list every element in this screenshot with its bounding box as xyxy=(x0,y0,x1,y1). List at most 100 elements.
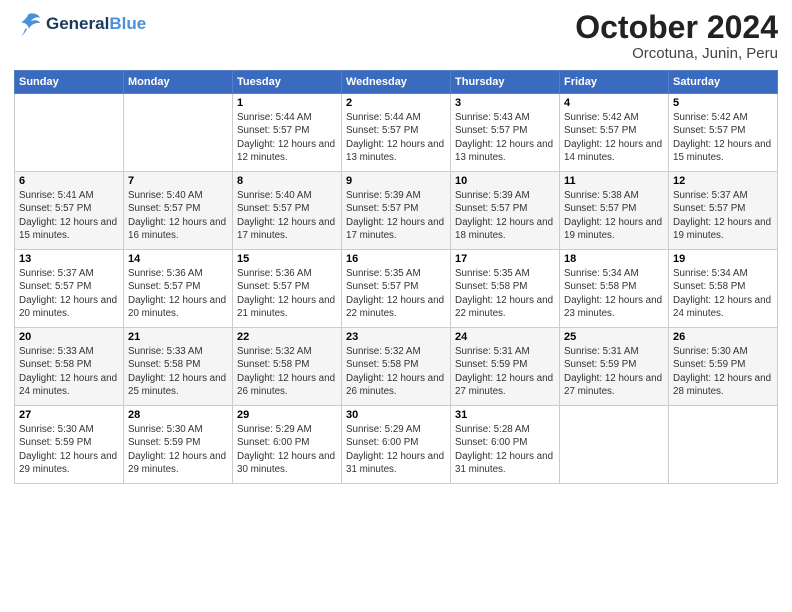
day-info: Sunrise: 5:31 AM Sunset: 5:59 PM Dayligh… xyxy=(455,345,555,398)
weekday-header-cell: Wednesday xyxy=(342,71,451,94)
calendar-day-cell: 20Sunrise: 5:33 AM Sunset: 5:58 PM Dayli… xyxy=(15,328,124,406)
day-number: 30 xyxy=(346,409,446,421)
calendar-day-cell xyxy=(669,406,778,484)
day-number: 21 xyxy=(128,331,228,343)
calendar-day-cell: 6Sunrise: 5:41 AM Sunset: 5:57 PM Daylig… xyxy=(15,172,124,250)
day-number: 7 xyxy=(128,175,228,187)
calendar-day-cell: 24 Sunrise: 5:31 AM Sunset: 5:59 PM Dayli… xyxy=(451,328,560,406)
calendar-day-cell: 16Sunrise: 5:35 AM Sunset: 5:57 PM Dayli… xyxy=(342,250,451,328)
calendar-week-row: 1 Sunrise: 5:44 AM Sunset: 5:57 PM Daylig… xyxy=(15,94,778,172)
weekday-header-cell: Friday xyxy=(560,71,669,94)
logo-text: GeneralBlue xyxy=(46,15,146,34)
day-number: 17 xyxy=(455,253,555,265)
calendar-day-cell: 5Sunrise: 5:42 AM Sunset: 5:57 PM Daylig… xyxy=(669,94,778,172)
day-number: 4 xyxy=(564,97,664,109)
day-info: Sunrise: 5:44 AM Sunset: 5:57 PM Dayligh… xyxy=(346,111,446,164)
day-info: Sunrise: 5:42 AM Sunset: 5:57 PM Dayligh… xyxy=(564,111,664,164)
calendar-day-cell: 12Sunrise: 5:37 AM Sunset: 5:57 PM Dayli… xyxy=(669,172,778,250)
calendar-day-cell: 9Sunrise: 5:39 AM Sunset: 5:57 PM Daylig… xyxy=(342,172,451,250)
day-number: 29 xyxy=(237,409,337,421)
weekday-header-cell: Tuesday xyxy=(233,71,342,94)
page-title: October 2024 xyxy=(575,10,778,45)
header: GeneralBlue October 2024 Orcotuna, Junin… xyxy=(14,10,778,62)
calendar-week-row: 6Sunrise: 5:41 AM Sunset: 5:57 PM Daylig… xyxy=(15,172,778,250)
calendar-day-cell: 19Sunrise: 5:34 AM Sunset: 5:58 PM Dayli… xyxy=(669,250,778,328)
day-number: 23 xyxy=(346,331,446,343)
day-info: Sunrise: 5:30 AM Sunset: 5:59 PM Dayligh… xyxy=(19,423,119,476)
day-info: Sunrise: 5:40 AM Sunset: 5:57 PM Dayligh… xyxy=(237,189,337,242)
weekday-header-cell: Monday xyxy=(124,71,233,94)
day-number: 11 xyxy=(564,175,664,187)
day-number: 15 xyxy=(237,253,337,265)
day-info: Sunrise: 5:43 AM Sunset: 5:57 PM Dayligh… xyxy=(455,111,555,164)
day-number: 6 xyxy=(19,175,119,187)
day-number: 3 xyxy=(455,97,555,109)
calendar-day-cell: 13Sunrise: 5:37 AM Sunset: 5:57 PM Dayli… xyxy=(15,250,124,328)
title-block: October 2024 Orcotuna, Junin, Peru xyxy=(575,10,778,62)
day-number: 14 xyxy=(128,253,228,265)
day-number: 25 xyxy=(564,331,664,343)
calendar-day-cell: 2 Sunrise: 5:44 AM Sunset: 5:57 PM Daylig… xyxy=(342,94,451,172)
calendar-body: 1 Sunrise: 5:44 AM Sunset: 5:57 PM Daylig… xyxy=(15,94,778,484)
page-container: GeneralBlue October 2024 Orcotuna, Junin… xyxy=(0,0,792,492)
calendar-day-cell xyxy=(560,406,669,484)
day-number: 16 xyxy=(346,253,446,265)
calendar-day-cell: 30 Sunrise: 5:29 AM Sunset: 6:00 PM Dayli… xyxy=(342,406,451,484)
day-number: 8 xyxy=(237,175,337,187)
calendar-day-cell: 15Sunrise: 5:36 AM Sunset: 5:57 PM Dayli… xyxy=(233,250,342,328)
day-number: 19 xyxy=(673,253,773,265)
weekday-header-cell: Thursday xyxy=(451,71,560,94)
day-info: Sunrise: 5:36 AM Sunset: 5:57 PM Dayligh… xyxy=(128,267,228,320)
logo-icon xyxy=(14,10,42,38)
calendar-day-cell: 8 Sunrise: 5:40 AM Sunset: 5:57 PM Daylig… xyxy=(233,172,342,250)
day-info: Sunrise: 5:29 AM Sunset: 6:00 PM Dayligh… xyxy=(346,423,446,476)
calendar-week-row: 13Sunrise: 5:37 AM Sunset: 5:57 PM Dayli… xyxy=(15,250,778,328)
calendar-day-cell: 1 Sunrise: 5:44 AM Sunset: 5:57 PM Daylig… xyxy=(233,94,342,172)
day-info: Sunrise: 5:30 AM Sunset: 5:59 PM Dayligh… xyxy=(128,423,228,476)
calendar-week-row: 20Sunrise: 5:33 AM Sunset: 5:58 PM Dayli… xyxy=(15,328,778,406)
day-info: Sunrise: 5:32 AM Sunset: 5:58 PM Dayligh… xyxy=(237,345,337,398)
calendar-table: SundayMondayTuesdayWednesdayThursdayFrid… xyxy=(14,70,778,484)
calendar-day-cell: 17 Sunrise: 5:35 AM Sunset: 5:58 PM Dayli… xyxy=(451,250,560,328)
calendar-day-cell: 28 Sunrise: 5:30 AM Sunset: 5:59 PM Dayli… xyxy=(124,406,233,484)
calendar-day-cell: 25Sunrise: 5:31 AM Sunset: 5:59 PM Dayli… xyxy=(560,328,669,406)
day-number: 5 xyxy=(673,97,773,109)
day-number: 26 xyxy=(673,331,773,343)
calendar-day-cell: 10 Sunrise: 5:39 AM Sunset: 5:57 PM Dayli… xyxy=(451,172,560,250)
calendar-day-cell: 11 Sunrise: 5:38 AM Sunset: 5:57 PM Dayli… xyxy=(560,172,669,250)
logo: GeneralBlue xyxy=(14,10,146,38)
day-number: 1 xyxy=(237,97,337,109)
day-number: 22 xyxy=(237,331,337,343)
weekday-header-cell: Sunday xyxy=(15,71,124,94)
day-info: Sunrise: 5:29 AM Sunset: 6:00 PM Dayligh… xyxy=(237,423,337,476)
day-info: Sunrise: 5:38 AM Sunset: 5:57 PM Dayligh… xyxy=(564,189,664,242)
calendar-day-cell: 22 Sunrise: 5:32 AM Sunset: 5:58 PM Dayli… xyxy=(233,328,342,406)
weekday-header-cell: Saturday xyxy=(669,71,778,94)
calendar-day-cell: 7 Sunrise: 5:40 AM Sunset: 5:57 PM Daylig… xyxy=(124,172,233,250)
calendar-day-cell: 21 Sunrise: 5:33 AM Sunset: 5:58 PM Dayli… xyxy=(124,328,233,406)
day-info: Sunrise: 5:33 AM Sunset: 5:58 PM Dayligh… xyxy=(128,345,228,398)
day-info: Sunrise: 5:44 AM Sunset: 5:57 PM Dayligh… xyxy=(237,111,337,164)
calendar-day-cell: 31Sunrise: 5:28 AM Sunset: 6:00 PM Dayli… xyxy=(451,406,560,484)
day-number: 2 xyxy=(346,97,446,109)
day-number: 24 xyxy=(455,331,555,343)
calendar-header-row: SundayMondayTuesdayWednesdayThursdayFrid… xyxy=(15,71,778,94)
page-subtitle: Orcotuna, Junin, Peru xyxy=(575,45,778,62)
day-info: Sunrise: 5:40 AM Sunset: 5:57 PM Dayligh… xyxy=(128,189,228,242)
day-info: Sunrise: 5:35 AM Sunset: 5:58 PM Dayligh… xyxy=(455,267,555,320)
day-info: Sunrise: 5:34 AM Sunset: 5:58 PM Dayligh… xyxy=(564,267,664,320)
day-info: Sunrise: 5:32 AM Sunset: 5:58 PM Dayligh… xyxy=(346,345,446,398)
day-number: 28 xyxy=(128,409,228,421)
day-info: Sunrise: 5:28 AM Sunset: 6:00 PM Dayligh… xyxy=(455,423,555,476)
day-info: Sunrise: 5:33 AM Sunset: 5:58 PM Dayligh… xyxy=(19,345,119,398)
day-number: 10 xyxy=(455,175,555,187)
calendar-day-cell xyxy=(124,94,233,172)
calendar-day-cell: 18Sunrise: 5:34 AM Sunset: 5:58 PM Dayli… xyxy=(560,250,669,328)
day-info: Sunrise: 5:39 AM Sunset: 5:57 PM Dayligh… xyxy=(455,189,555,242)
calendar-day-cell: 23 Sunrise: 5:32 AM Sunset: 5:58 PM Dayli… xyxy=(342,328,451,406)
calendar-day-cell: 14 Sunrise: 5:36 AM Sunset: 5:57 PM Dayli… xyxy=(124,250,233,328)
calendar-day-cell xyxy=(15,94,124,172)
day-number: 12 xyxy=(673,175,773,187)
day-number: 27 xyxy=(19,409,119,421)
day-info: Sunrise: 5:37 AM Sunset: 5:57 PM Dayligh… xyxy=(19,267,119,320)
